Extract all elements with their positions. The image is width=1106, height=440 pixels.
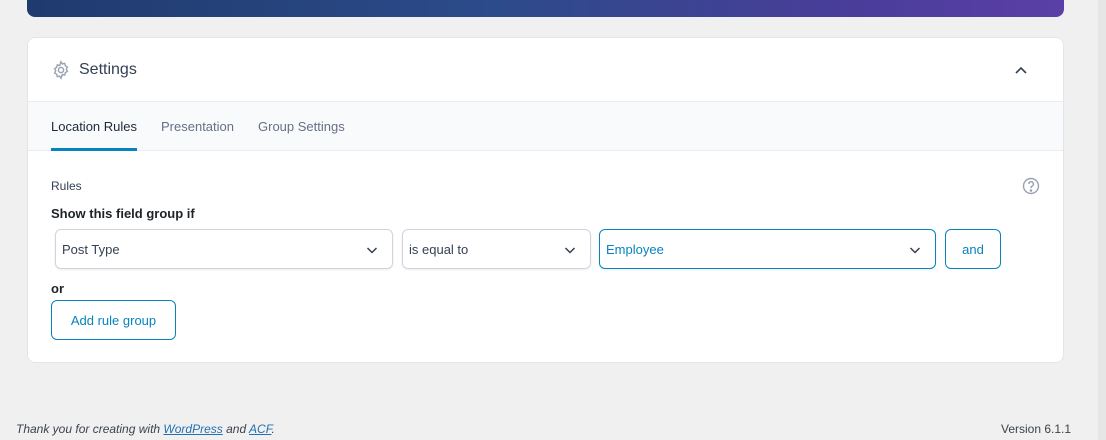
header-banner [27, 0, 1064, 17]
rule-param-value: Post Type [62, 241, 120, 257]
question-circle-icon[interactable] [1021, 176, 1041, 196]
show-if-label: Show this field group if [51, 206, 195, 221]
rule-param-select[interactable]: Post Type [55, 229, 393, 269]
rule-value-select[interactable]: Employee [599, 229, 936, 269]
footer-thanks: Thank you for creating with [16, 422, 161, 436]
rule-value-value: Employee [606, 241, 664, 257]
chevron-down-icon [564, 244, 576, 256]
footer-and: and [226, 422, 247, 436]
tab-group-settings[interactable]: Group Settings [258, 102, 345, 151]
tab-presentation[interactable]: Presentation [161, 102, 234, 151]
footer-credits: Thank you for creating with WordPress an… [16, 422, 275, 436]
panel-title: Settings [79, 60, 137, 78]
chevron-up-icon[interactable] [1011, 60, 1031, 80]
acf-link[interactable]: ACF [249, 422, 271, 436]
chevron-down-icon [366, 244, 378, 256]
add-rule-group-button[interactable]: Add rule group [51, 300, 176, 340]
wordpress-link[interactable]: WordPress [163, 422, 222, 436]
scrollbar[interactable] [1098, 0, 1106, 440]
rule-operator-value: is equal to [409, 241, 469, 257]
panel-header[interactable]: Settings [28, 38, 1063, 102]
rule-operator-select[interactable]: is equal to [402, 229, 591, 269]
gear-icon [51, 59, 71, 80]
add-and-rule-button[interactable]: and [945, 229, 1001, 269]
footer-version: Version 6.1.1 [1001, 422, 1072, 436]
or-label: or [51, 281, 64, 296]
rules-label: Rules [51, 179, 82, 193]
tab-bar: Location Rules Presentation Group Settin… [28, 102, 1063, 151]
settings-panel: Settings Location Rules Presentation Gro… [27, 37, 1064, 363]
tab-location-rules[interactable]: Location Rules [51, 102, 137, 151]
chevron-down-icon [909, 244, 921, 256]
